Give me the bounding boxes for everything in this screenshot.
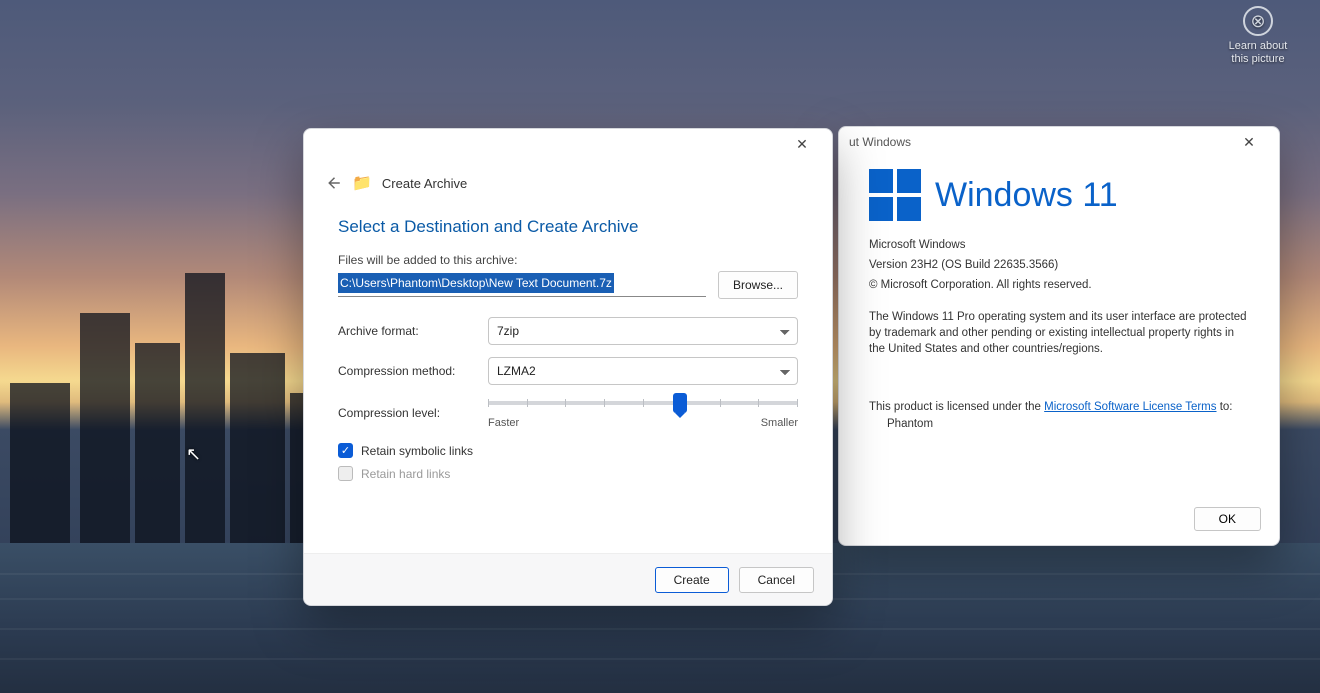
license-terms-link[interactable]: Microsoft Software License Terms — [1044, 401, 1216, 413]
checkbox-checked-icon: ✓ — [338, 443, 353, 458]
about-title: ut Windows — [849, 135, 911, 149]
about-license-suffix: to: — [1217, 401, 1233, 413]
arrow-left-icon — [324, 174, 342, 192]
about-license-prefix: This product is licensed under the — [869, 401, 1044, 413]
retain-hard-links-checkbox: Retain hard links — [338, 466, 798, 481]
dialog-heading: Select a Destination and Create Archive — [338, 217, 798, 237]
about-product: Microsoft Windows — [869, 237, 1253, 253]
info-cross-icon: ⊗ — [1243, 6, 1273, 36]
destination-path-input[interactable]: C:\Users\Phantom\Desktop\New Text Docume… — [338, 273, 706, 297]
retain-hard-label: Retain hard links — [361, 467, 450, 481]
about-license-line: This product is licensed under the Micro… — [869, 399, 1253, 416]
retain-symbolic-links-checkbox[interactable]: ✓ Retain symbolic links — [338, 443, 798, 458]
create-archive-dialog: ✕ 📁 Create Archive Select a Destination … — [303, 128, 833, 606]
close-button[interactable]: ✕ — [1229, 128, 1269, 156]
slider-label-smaller: Smaller — [761, 417, 798, 429]
close-button[interactable]: ✕ — [782, 130, 822, 158]
windows-brand-text: Windows 11 — [935, 176, 1118, 215]
about-copyright: © Microsoft Corporation. All rights rese… — [869, 277, 1253, 293]
folder-icon: 📁 — [352, 173, 372, 193]
browse-button[interactable]: Browse... — [718, 271, 798, 299]
checkbox-disabled-icon — [338, 466, 353, 481]
mouse-cursor-icon: ↖ — [186, 444, 201, 465]
desktop-icon-label: Learn about this picture — [1216, 40, 1300, 66]
slider-thumb[interactable] — [673, 393, 687, 413]
windows-logo-icon — [869, 169, 921, 221]
compression-method-select[interactable]: LZMA2 — [488, 357, 798, 385]
about-windows-dialog: ut Windows ✕ Windows 11 Microsoft Window… — [838, 126, 1280, 546]
retain-symbolic-label: Retain symbolic links — [361, 444, 473, 458]
dialog-header-title: Create Archive — [382, 176, 467, 191]
create-button[interactable]: Create — [655, 567, 729, 593]
close-icon: ✕ — [1243, 134, 1255, 151]
archive-format-label: Archive format: — [338, 324, 488, 338]
archive-format-select[interactable]: 7zip — [488, 317, 798, 345]
about-licensed-user: Phantom — [869, 418, 1253, 430]
about-version: Version 23H2 (OS Build 22635.3566) — [869, 257, 1253, 273]
compression-level-label: Compression level: — [338, 406, 488, 420]
back-button[interactable] — [324, 174, 342, 192]
compression-level-slider[interactable] — [488, 401, 798, 405]
about-legal: The Windows 11 Pro operating system and … — [869, 309, 1253, 357]
close-icon: ✕ — [796, 136, 808, 153]
files-label: Files will be added to this archive: — [338, 253, 798, 267]
desktop-icon-learn-about-picture[interactable]: ⊗ Learn about this picture — [1216, 6, 1300, 66]
destination-path-value: C:\Users\Phantom\Desktop\New Text Docume… — [338, 273, 614, 293]
compression-method-label: Compression method: — [338, 364, 488, 378]
slider-label-faster: Faster — [488, 417, 519, 429]
cancel-button[interactable]: Cancel — [739, 567, 814, 593]
ok-button[interactable]: OK — [1194, 507, 1261, 531]
